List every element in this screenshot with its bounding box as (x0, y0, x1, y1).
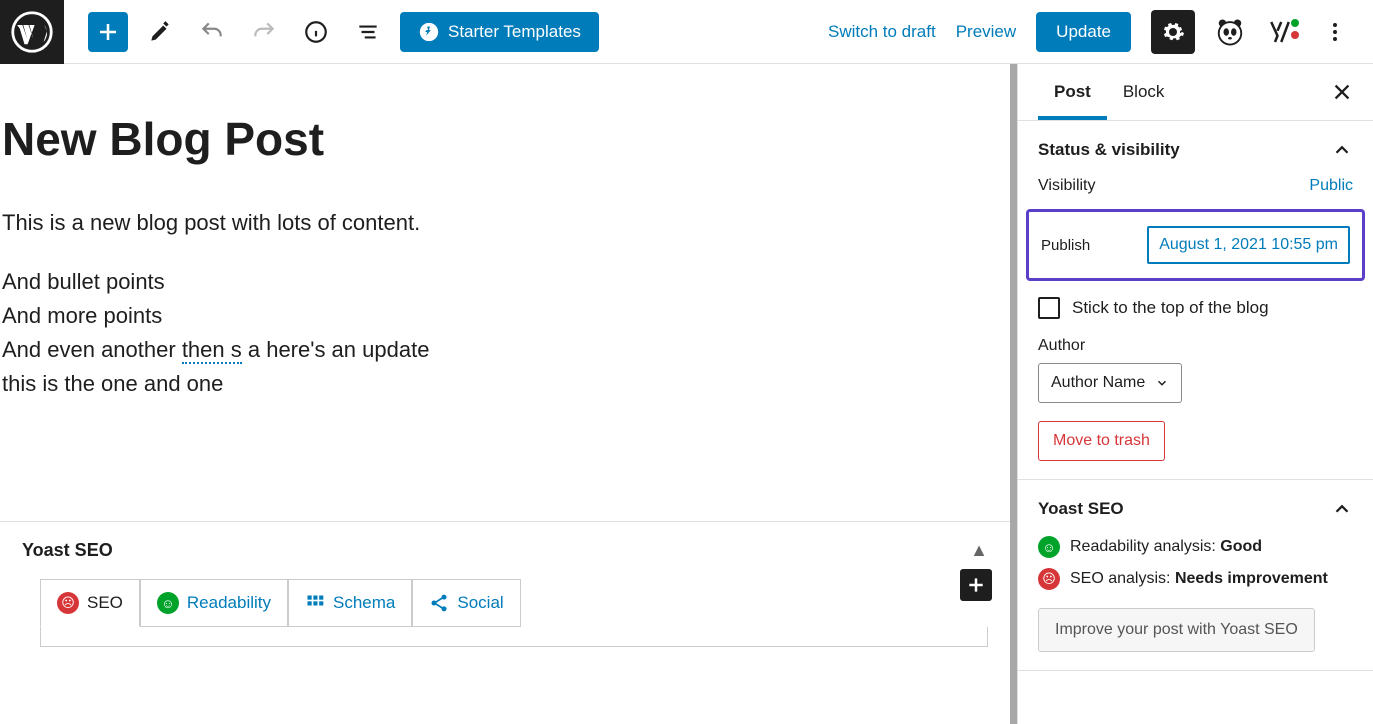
sidebar-tabs: Post Block (1018, 64, 1373, 121)
info-icon[interactable] (296, 12, 336, 52)
sidebar-tab-block[interactable]: Block (1107, 64, 1181, 120)
status-panel-toggle[interactable]: Status & visibility (1038, 139, 1353, 161)
author-label: Author (1038, 337, 1353, 355)
content-line-3[interactable]: And even another then s a here's an upda… (0, 333, 1010, 367)
more-options-icon[interactable] (1315, 12, 1355, 52)
yoast-tab-readability[interactable]: ☺ Readability (140, 579, 288, 627)
switch-to-draft-button[interactable]: Switch to draft (828, 22, 936, 42)
caret-up-icon: ▲ (970, 540, 988, 561)
face-sad-icon: ☹ (57, 592, 79, 614)
face-happy-icon: ☺ (1038, 536, 1060, 558)
yoast-panel-toggle[interactable]: Yoast SEO (1038, 498, 1353, 520)
post-title[interactable]: New Blog Post (0, 112, 1010, 166)
chevron-up-icon (1331, 139, 1353, 161)
yoast-tab-social[interactable]: Social (412, 579, 520, 627)
outline-icon[interactable] (348, 12, 388, 52)
face-sad-icon: ☹ (1038, 568, 1060, 590)
spell-error[interactable]: then s (182, 337, 242, 364)
share-icon (429, 593, 449, 613)
undo-icon[interactable] (192, 12, 232, 52)
yoast-panel-header[interactable]: Yoast SEO ▲ (0, 522, 1010, 579)
status-visibility-panel: Status & visibility Visibility Public Pu… (1018, 121, 1373, 480)
top-toolbar: Starter Templates Switch to draft Previe… (0, 0, 1373, 64)
chevron-up-icon (1331, 498, 1353, 520)
improve-yoast-button[interactable]: Improve your post with Yoast SEO (1038, 608, 1315, 652)
toolbar-left-group: Starter Templates (64, 12, 599, 52)
seo-analysis-row[interactable]: ☹ SEO analysis: Needs improvement (1038, 568, 1353, 590)
add-block-inline-button[interactable] (960, 569, 992, 601)
update-button[interactable]: Update (1036, 12, 1131, 52)
add-block-button[interactable] (88, 12, 128, 52)
visibility-label: Visibility (1038, 177, 1096, 195)
content-line-4[interactable]: this is the one and one (0, 367, 1010, 401)
toolbar-right-group: Switch to draft Preview Update (828, 10, 1373, 54)
yoast-icon[interactable] (1265, 17, 1295, 47)
publish-row-highlight: Publish August 1, 2021 10:55 pm (1026, 209, 1365, 281)
visibility-value-link[interactable]: Public (1309, 177, 1353, 195)
sticky-checkbox-row[interactable]: Stick to the top of the blog (1038, 297, 1353, 319)
wordpress-logo[interactable] (0, 0, 64, 64)
content-line-2[interactable]: And more points (0, 299, 1010, 333)
visibility-row: Visibility Public (1038, 177, 1353, 195)
yoast-bottom-panel: Yoast SEO ▲ ☹ SEO ☺ Readability Schema (0, 521, 1010, 647)
chevron-down-icon (1155, 376, 1169, 390)
starter-templates-button[interactable]: Starter Templates (400, 12, 599, 52)
edit-icon[interactable] (140, 12, 180, 52)
yoast-sidebar-panel: Yoast SEO ☺ Readability analysis: Good ☹… (1018, 480, 1373, 671)
publish-date-button[interactable]: August 1, 2021 10:55 pm (1147, 226, 1350, 264)
close-sidebar-icon[interactable] (1331, 81, 1353, 103)
settings-gear-icon[interactable] (1151, 10, 1195, 54)
publish-label: Publish (1041, 237, 1090, 254)
paragraph-1[interactable]: This is a new blog post with lots of con… (0, 206, 1010, 239)
redo-icon[interactable] (244, 12, 284, 52)
grid-icon (305, 593, 325, 613)
sticky-label: Stick to the top of the blog (1072, 298, 1269, 318)
settings-sidebar: Post Block Status & visibility Visibilit… (1017, 64, 1373, 724)
content-line-1[interactable]: And bullet points (0, 265, 1010, 299)
checkbox-icon[interactable] (1038, 297, 1060, 319)
starter-templates-label: Starter Templates (448, 22, 581, 42)
preview-button[interactable]: Preview (956, 22, 1016, 42)
panda-icon[interactable] (1215, 17, 1245, 47)
yoast-tab-schema[interactable]: Schema (288, 579, 412, 627)
face-happy-icon: ☺ (157, 592, 179, 614)
sidebar-tab-post[interactable]: Post (1038, 64, 1107, 120)
yoast-tab-body (40, 627, 988, 647)
editor-area[interactable]: New Blog Post This is a new blog post wi… (0, 64, 1017, 724)
move-to-trash-button[interactable]: Move to trash (1038, 421, 1165, 461)
yoast-tab-seo[interactable]: ☹ SEO (40, 579, 140, 627)
readability-analysis-row[interactable]: ☺ Readability analysis: Good (1038, 536, 1353, 558)
author-select[interactable]: Author Name (1038, 363, 1182, 403)
